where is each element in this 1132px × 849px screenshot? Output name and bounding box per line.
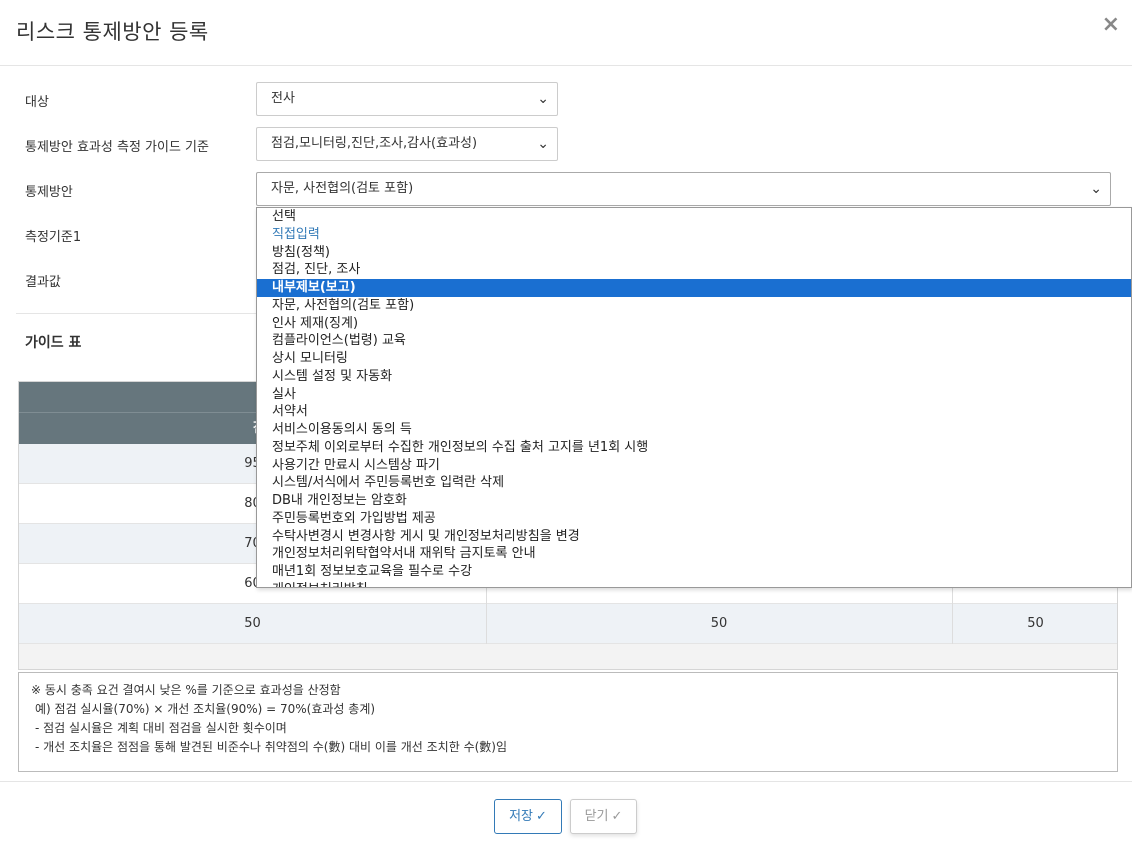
table-cell: 50 xyxy=(244,616,261,631)
guide-criteria-select-value: 점검,모니터링,진단,조사,감사(효과성) xyxy=(271,136,478,151)
result-label: 결과값 xyxy=(25,275,61,290)
table-row: 50 50 50 xyxy=(19,604,1117,644)
dropdown-option[interactable]: 정보주체 이외로부터 수집한 개인정보의 수집 출처 고지를 년1회 시행 xyxy=(257,439,1131,457)
modal-header: 리스크 통제방안 등록 × xyxy=(0,0,1132,66)
close-button-label: 닫기 xyxy=(584,809,609,824)
save-button-label: 저장 xyxy=(509,809,533,824)
dropdown-option[interactable]: 서약서 xyxy=(257,403,1131,421)
control-dropdown-list[interactable]: 선택 직접입력 방침(정책) 점검, 진단, 조사 내부제보(보고) 자문, 사전협의(검… xyxy=(256,207,1132,588)
dropdown-option[interactable]: 컴플라이언스(법령) 교육 xyxy=(257,332,1131,350)
dropdown-option[interactable]: 방침(정책) xyxy=(257,244,1131,262)
dropdown-option[interactable]: 상시 모니터링 xyxy=(257,350,1131,368)
dropdown-option[interactable]: 인사 제재(징계) xyxy=(257,315,1131,333)
dropdown-option[interactable]: 직접입력 xyxy=(257,226,1131,244)
chevron-down-icon: ⌄ xyxy=(537,91,549,107)
close-button[interactable]: 닫기 ✓ xyxy=(570,799,637,834)
check-icon: ✓ xyxy=(536,809,547,824)
dropdown-option[interactable]: 사용기간 만료시 시스템상 파기 xyxy=(257,457,1131,475)
dropdown-option[interactable]: DB내 개인정보는 암호화 xyxy=(257,492,1131,510)
modal-title: 리스크 통제방안 등록 xyxy=(16,20,209,44)
target-select-value: 전사 xyxy=(271,91,295,106)
target-label: 대상 xyxy=(25,95,49,110)
save-button[interactable]: 저장 ✓ xyxy=(494,799,562,834)
guide-criteria-label: 통제방안 효과성 측정 가이드 기준 xyxy=(25,140,209,155)
dropdown-option[interactable]: 매년1회 정보보호교육을 필수로 수강 xyxy=(257,563,1131,581)
control-label: 통제방안 xyxy=(25,185,73,200)
control-select-value: 자문, 사전협의(검토 포함) xyxy=(271,181,414,196)
dropdown-option[interactable]: 자문, 사전협의(검토 포함) xyxy=(257,297,1131,315)
footer-divider xyxy=(0,781,1132,782)
note-line: 예) 점검 실시율(70%) × 개선 조치율(90%) = 70%(효과성 총… xyxy=(35,702,376,716)
control-select[interactable]: 자문, 사전협의(검토 포함) ⌄ xyxy=(256,172,1111,206)
close-icon[interactable]: × xyxy=(1102,14,1120,36)
check-icon: ✓ xyxy=(611,809,623,824)
dropdown-option[interactable]: 개인정보처리방침 xyxy=(257,581,1131,587)
dropdown-option[interactable]: 주민등록번호외 가입방법 제공 xyxy=(257,510,1131,528)
guide-criteria-select[interactable]: 점검,모니터링,진단,조사,감사(효과성) ⌄ xyxy=(256,127,558,161)
chevron-down-icon: ⌄ xyxy=(537,136,549,152)
guide-notes: ※ 동시 충족 요건 결여시 낮은 %를 기준으로 효과성을 산정함 예) 점검… xyxy=(18,672,1118,772)
dropdown-option[interactable]: 실사 xyxy=(257,386,1131,404)
dropdown-option[interactable]: 서비스이용동의시 동의 득 xyxy=(257,421,1131,439)
dropdown-option[interactable]: 개인정보처리위탁협약서내 재위탁 금지토록 안내 xyxy=(257,545,1131,563)
note-line: - 개선 조치율은 점점을 통해 발견된 비준수나 취약점의 수(數) 대비 이… xyxy=(35,740,508,754)
guide-table-title: 가이드 표 xyxy=(25,335,82,351)
dropdown-option[interactable]: 내부제보(보고) xyxy=(257,279,1131,297)
note-line: - 점검 실시율은 계획 대비 점검을 실시한 횟수이며 xyxy=(35,721,287,735)
table-cell: 50 xyxy=(710,616,728,631)
dropdown-option[interactable]: 선택 xyxy=(257,208,1131,226)
chevron-down-icon: ⌄ xyxy=(1090,181,1102,197)
dropdown-option[interactable]: 수탁사변경시 변경사항 게시 및 개인정보처리방침을 변경 xyxy=(257,528,1131,546)
dropdown-option[interactable]: 점검, 진단, 조사 xyxy=(257,261,1131,279)
table-cell: 50 xyxy=(1027,616,1044,631)
dropdown-option[interactable]: 시스템 설정 및 자동화 xyxy=(257,368,1131,386)
target-select[interactable]: 전사 ⌄ xyxy=(256,82,558,116)
criteria-label: 측정기준1 xyxy=(25,230,82,245)
dropdown-option[interactable]: 시스템/서식에서 주민등록번호 입력란 삭제 xyxy=(257,474,1131,492)
note-line: ※ 동시 충족 요건 결여시 낮은 %를 기준으로 효과성을 산정함 xyxy=(31,683,341,697)
